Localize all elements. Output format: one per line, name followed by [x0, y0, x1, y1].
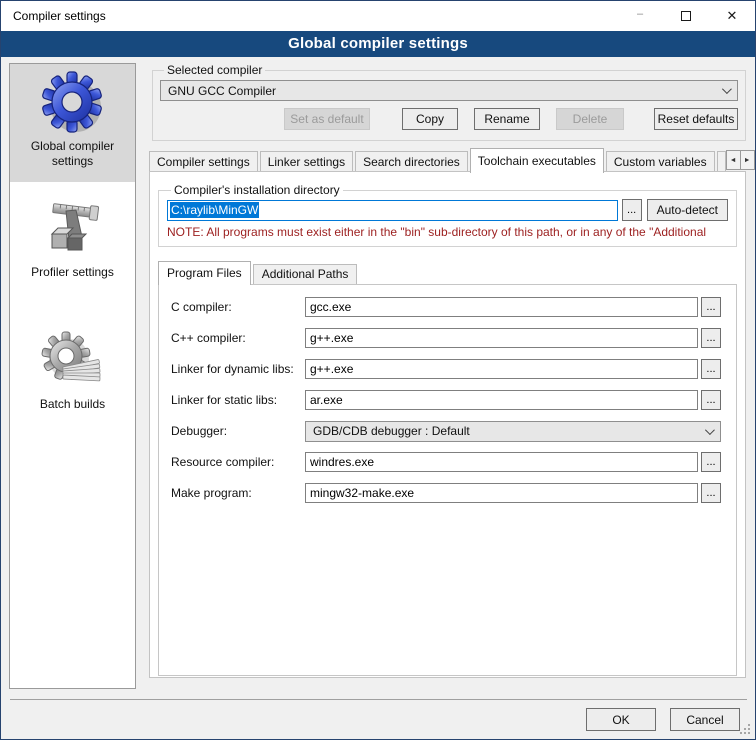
resize-grip[interactable] [740, 724, 752, 736]
selected-compiler-value: GNU GCC Compiler [168, 84, 722, 98]
c-compiler-browse-button[interactable]: ... [701, 297, 721, 317]
sidebar-item-label: Profiler settings [27, 265, 118, 280]
installation-directory-input[interactable]: C:\raylib\MinGW [167, 200, 618, 221]
tab-toolchain-executables[interactable]: Toolchain executables [470, 148, 604, 173]
field-row-linker-static: Linker for static libs: ... [171, 389, 721, 411]
page-title: Global compiler settings [1, 31, 755, 57]
settings-sidebar: Global compiler settings [9, 63, 136, 689]
resource-compiler-label: Resource compiler: [171, 455, 305, 469]
make-program-input[interactable] [305, 483, 698, 503]
window-title: Compiler settings [1, 9, 106, 23]
field-row-linker-dynamic: Linker for dynamic libs: ... [171, 358, 721, 380]
compiler-actions: Set as default Copy Rename Delete Reset … [160, 108, 738, 130]
installation-directory-label: Compiler's installation directory [171, 183, 343, 197]
debugger-dropdown[interactable]: GDB/CDB debugger : Default [305, 421, 721, 442]
ok-button[interactable]: OK [586, 708, 656, 731]
blue-gear-icon [41, 71, 105, 135]
installation-directory-group: Compiler's installation directory C:\ray… [158, 183, 737, 247]
maximize-icon [681, 11, 691, 21]
rename-button[interactable]: Rename [474, 108, 540, 130]
tab-scroll-right-button[interactable]: ► [740, 150, 755, 170]
program-files-page: C compiler: ... C++ compiler: ... Linker… [158, 284, 737, 676]
subtab-program-files[interactable]: Program Files [158, 261, 251, 285]
chevron-down-icon [705, 425, 715, 435]
executables-subtabstrip: Program Files Additional Paths [158, 260, 737, 284]
cpp-compiler-browse-button[interactable]: ... [701, 328, 721, 348]
c-compiler-input[interactable] [305, 297, 698, 317]
linker-dynamic-browse-button[interactable]: ... [701, 359, 721, 379]
tab-scroll-buttons: ◄ ► [726, 150, 755, 170]
window-controls: – ✕ [617, 1, 755, 31]
resource-compiler-browse-button[interactable]: ... [701, 452, 721, 472]
tab-compiler-settings[interactable]: Compiler settings [149, 151, 258, 172]
sidebar-item-batch-builds[interactable]: Batch builds [10, 322, 135, 428]
copy-button[interactable]: Copy [402, 108, 458, 130]
compiler-settings-window: Compiler settings – ✕ Global compiler se… [0, 0, 756, 740]
maximize-button[interactable] [663, 1, 709, 31]
tab-build-options-clipped[interactable]: Build [717, 151, 726, 172]
linker-static-input[interactable] [305, 390, 698, 410]
debugger-label: Debugger: [171, 424, 305, 438]
footer-separator [10, 699, 747, 700]
minimize-icon: – [637, 8, 643, 20]
installation-directory-selected-text: C:\raylib\MinGW [170, 202, 259, 218]
field-row-c-compiler: C compiler: ... [171, 296, 721, 318]
linker-static-browse-button[interactable]: ... [701, 390, 721, 410]
linker-dynamic-input[interactable] [305, 359, 698, 379]
subtab-additional-paths[interactable]: Additional Paths [253, 264, 358, 284]
delete-button[interactable]: Delete [556, 108, 624, 130]
tab-scroll-left-button[interactable]: ◄ [726, 150, 741, 170]
sidebar-item-label: Global compiler settings [10, 139, 135, 169]
arrow-right-icon: ► [744, 157, 751, 164]
selected-compiler-dropdown[interactable]: GNU GCC Compiler [160, 80, 738, 101]
main-panel: Selected compiler GNU GCC Compiler Set a… [146, 63, 749, 689]
c-compiler-label: C compiler: [171, 300, 305, 314]
selected-compiler-group-label: Selected compiler [164, 63, 265, 77]
sidebar-item-profiler-settings[interactable]: Profiler settings [10, 190, 135, 296]
bin-subdirectory-note: NOTE: All programs must exist either in … [167, 225, 728, 239]
cancel-button[interactable]: Cancel [670, 708, 740, 731]
field-row-debugger: Debugger: GDB/CDB debugger : Default [171, 420, 721, 442]
selected-compiler-group: Selected compiler GNU GCC Compiler Set a… [152, 63, 746, 141]
make-program-browse-button[interactable]: ... [701, 483, 721, 503]
linker-dynamic-label: Linker for dynamic libs: [171, 362, 305, 376]
caliper-icon [41, 197, 105, 261]
gear-stack-icon [41, 329, 105, 393]
sidebar-item-label: Batch builds [36, 397, 109, 412]
resource-compiler-input[interactable] [305, 452, 698, 472]
close-icon: ✕ [727, 8, 738, 24]
close-button[interactable]: ✕ [709, 1, 755, 31]
make-program-label: Make program: [171, 486, 305, 500]
linker-static-label: Linker for static libs: [171, 393, 305, 407]
tab-search-directories[interactable]: Search directories [355, 151, 468, 172]
tab-custom-variables[interactable]: Custom variables [606, 151, 715, 172]
sidebar-item-global-compiler-settings[interactable]: Global compiler settings [10, 64, 135, 182]
set-as-default-button[interactable]: Set as default [284, 108, 370, 130]
cpp-compiler-label: C++ compiler: [171, 331, 305, 345]
debugger-value: GDB/CDB debugger : Default [313, 424, 705, 438]
cpp-compiler-input[interactable] [305, 328, 698, 348]
toolchain-executables-page: Compiler's installation directory C:\ray… [149, 171, 746, 678]
minimize-button[interactable]: – [617, 1, 663, 31]
reset-defaults-button[interactable]: Reset defaults [654, 108, 738, 130]
field-row-cpp-compiler: C++ compiler: ... [171, 327, 721, 349]
auto-detect-button[interactable]: Auto-detect [647, 199, 728, 221]
field-row-make-program: Make program: ... [171, 482, 721, 504]
arrow-left-icon: ◄ [730, 157, 737, 164]
browse-directory-button[interactable]: ... [622, 199, 642, 221]
field-row-resource-compiler: Resource compiler: ... [171, 451, 721, 473]
tab-linker-settings[interactable]: Linker settings [260, 151, 353, 172]
titlebar: Compiler settings – ✕ [1, 1, 755, 31]
chevron-down-icon [722, 84, 732, 94]
settings-tabstrip: Compiler settings Linker settings Search… [149, 147, 746, 172]
